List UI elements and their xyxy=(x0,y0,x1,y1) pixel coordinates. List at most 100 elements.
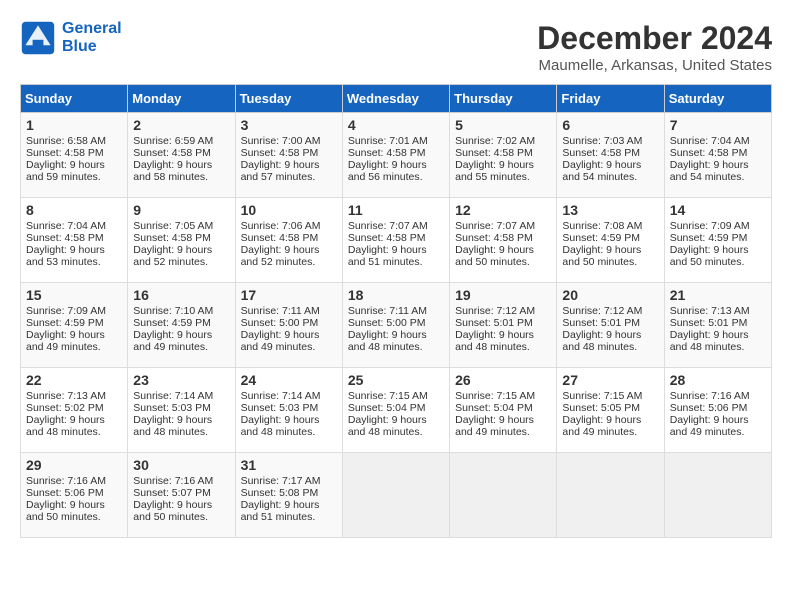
day-info: Daylight: 9 hours xyxy=(562,159,658,171)
day-info: Sunset: 4:58 PM xyxy=(455,232,551,244)
calendar-cell: 26Sunrise: 7:15 AMSunset: 5:04 PMDayligh… xyxy=(450,368,557,453)
day-info: Sunrise: 7:04 AM xyxy=(26,220,122,232)
day-number: 19 xyxy=(455,287,551,303)
day-info: and 48 minutes. xyxy=(455,341,551,353)
day-info: Sunrise: 7:11 AM xyxy=(241,305,337,317)
day-number: 9 xyxy=(133,202,229,218)
day-number: 18 xyxy=(348,287,444,303)
day-info: Daylight: 9 hours xyxy=(670,414,766,426)
day-info: and 50 minutes. xyxy=(133,511,229,523)
day-number: 26 xyxy=(455,372,551,388)
calendar-cell: 5Sunrise: 7:02 AMSunset: 4:58 PMDaylight… xyxy=(450,113,557,198)
logo: General Blue xyxy=(20,20,122,56)
calendar-cell: 15Sunrise: 7:09 AMSunset: 4:59 PMDayligh… xyxy=(21,283,128,368)
day-info: and 50 minutes. xyxy=(562,256,658,268)
day-info: Daylight: 9 hours xyxy=(348,159,444,171)
day-info: Daylight: 9 hours xyxy=(26,244,122,256)
day-info: Daylight: 9 hours xyxy=(348,329,444,341)
day-info: and 58 minutes. xyxy=(133,171,229,183)
title-area: December 2024 Maumelle, Arkansas, United… xyxy=(537,20,772,74)
day-number: 29 xyxy=(26,457,122,473)
day-number: 1 xyxy=(26,117,122,133)
day-info: and 59 minutes. xyxy=(26,171,122,183)
calendar-cell xyxy=(450,453,557,538)
day-info: and 55 minutes. xyxy=(455,171,551,183)
day-info: Daylight: 9 hours xyxy=(241,159,337,171)
day-info: and 49 minutes. xyxy=(26,341,122,353)
day-number: 30 xyxy=(133,457,229,473)
day-info: and 51 minutes. xyxy=(241,511,337,523)
calendar-cell: 11Sunrise: 7:07 AMSunset: 4:58 PMDayligh… xyxy=(342,198,449,283)
day-info: Sunset: 5:05 PM xyxy=(562,402,658,414)
day-info: Sunrise: 7:12 AM xyxy=(455,305,551,317)
day-info: Sunrise: 7:16 AM xyxy=(26,475,122,487)
calendar-cell: 27Sunrise: 7:15 AMSunset: 5:05 PMDayligh… xyxy=(557,368,664,453)
day-info: Sunrise: 7:10 AM xyxy=(133,305,229,317)
day-number: 14 xyxy=(670,202,766,218)
calendar-cell: 30Sunrise: 7:16 AMSunset: 5:07 PMDayligh… xyxy=(128,453,235,538)
day-info: Sunrise: 7:08 AM xyxy=(562,220,658,232)
day-info: Daylight: 9 hours xyxy=(455,414,551,426)
calendar-cell xyxy=(342,453,449,538)
day-info: Sunrise: 7:15 AM xyxy=(562,390,658,402)
day-info: Sunset: 4:58 PM xyxy=(562,147,658,159)
calendar-cell: 20Sunrise: 7:12 AMSunset: 5:01 PMDayligh… xyxy=(557,283,664,368)
day-info: Sunrise: 7:16 AM xyxy=(133,475,229,487)
weekday-header-sunday: Sunday xyxy=(21,85,128,113)
day-info: Daylight: 9 hours xyxy=(670,159,766,171)
calendar-cell: 4Sunrise: 7:01 AMSunset: 4:58 PMDaylight… xyxy=(342,113,449,198)
day-info: Sunset: 4:58 PM xyxy=(26,147,122,159)
day-number: 8 xyxy=(26,202,122,218)
day-info: and 50 minutes. xyxy=(670,256,766,268)
weekday-header-thursday: Thursday xyxy=(450,85,557,113)
logo-text: General Blue xyxy=(62,20,122,56)
calendar-cell: 22Sunrise: 7:13 AMSunset: 5:02 PMDayligh… xyxy=(21,368,128,453)
day-number: 3 xyxy=(241,117,337,133)
day-info: Daylight: 9 hours xyxy=(348,414,444,426)
day-info: and 57 minutes. xyxy=(241,171,337,183)
day-info: Sunset: 5:01 PM xyxy=(670,317,766,329)
day-info: Sunrise: 7:12 AM xyxy=(562,305,658,317)
day-info: Sunset: 4:59 PM xyxy=(562,232,658,244)
calendar-cell: 7Sunrise: 7:04 AMSunset: 4:58 PMDaylight… xyxy=(664,113,771,198)
day-number: 31 xyxy=(241,457,337,473)
day-number: 21 xyxy=(670,287,766,303)
calendar-cell: 21Sunrise: 7:13 AMSunset: 5:01 PMDayligh… xyxy=(664,283,771,368)
general-blue-logo-icon xyxy=(20,20,56,56)
day-number: 23 xyxy=(133,372,229,388)
calendar-cell: 17Sunrise: 7:11 AMSunset: 5:00 PMDayligh… xyxy=(235,283,342,368)
calendar-cell xyxy=(557,453,664,538)
day-info: Sunset: 4:58 PM xyxy=(26,232,122,244)
location-subtitle: Maumelle, Arkansas, United States xyxy=(537,57,772,74)
day-info: Sunrise: 7:07 AM xyxy=(348,220,444,232)
calendar-cell: 10Sunrise: 7:06 AMSunset: 4:58 PMDayligh… xyxy=(235,198,342,283)
day-info: and 48 minutes. xyxy=(348,341,444,353)
day-number: 7 xyxy=(670,117,766,133)
calendar-cell: 16Sunrise: 7:10 AMSunset: 4:59 PMDayligh… xyxy=(128,283,235,368)
day-info: and 48 minutes. xyxy=(241,426,337,438)
day-info: Sunrise: 7:00 AM xyxy=(241,135,337,147)
day-info: Sunrise: 7:16 AM xyxy=(670,390,766,402)
calendar-cell: 6Sunrise: 7:03 AMSunset: 4:58 PMDaylight… xyxy=(557,113,664,198)
day-number: 22 xyxy=(26,372,122,388)
day-info: Sunrise: 7:15 AM xyxy=(455,390,551,402)
day-info: Sunrise: 7:05 AM xyxy=(133,220,229,232)
day-info: and 48 minutes. xyxy=(348,426,444,438)
calendar-cell xyxy=(664,453,771,538)
day-info: and 48 minutes. xyxy=(26,426,122,438)
day-info: Sunrise: 6:59 AM xyxy=(133,135,229,147)
day-info: Sunset: 5:06 PM xyxy=(26,487,122,499)
day-info: and 51 minutes. xyxy=(348,256,444,268)
calendar-cell: 19Sunrise: 7:12 AMSunset: 5:01 PMDayligh… xyxy=(450,283,557,368)
day-info: Sunset: 4:58 PM xyxy=(348,232,444,244)
day-info: and 49 minutes. xyxy=(562,426,658,438)
day-info: and 49 minutes. xyxy=(455,426,551,438)
day-info: Daylight: 9 hours xyxy=(241,414,337,426)
calendar-cell: 13Sunrise: 7:08 AMSunset: 4:59 PMDayligh… xyxy=(557,198,664,283)
calendar-cell: 9Sunrise: 7:05 AMSunset: 4:58 PMDaylight… xyxy=(128,198,235,283)
day-number: 11 xyxy=(348,202,444,218)
day-info: Sunrise: 7:04 AM xyxy=(670,135,766,147)
day-number: 2 xyxy=(133,117,229,133)
day-info: Sunset: 4:59 PM xyxy=(670,232,766,244)
day-info: Sunrise: 7:13 AM xyxy=(26,390,122,402)
